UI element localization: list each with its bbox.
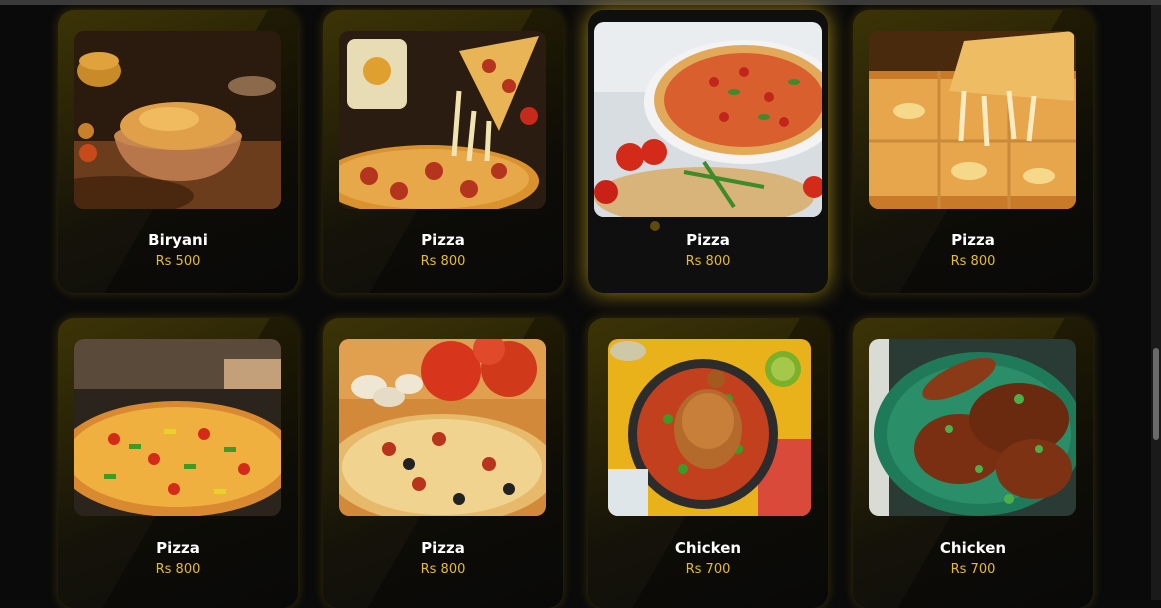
vegetable-pizza-photo	[74, 339, 281, 516]
menu-card-biryani[interactable]: Biryani Rs 500	[58, 10, 298, 293]
item-price: Rs 800	[155, 562, 201, 577]
pepperoni-pizza-photo	[339, 31, 546, 209]
item-name: Pizza	[421, 539, 465, 557]
menu-card-chicken-1[interactable]: Chicken Rs 700	[588, 318, 828, 608]
item-name: Pizza	[156, 539, 200, 557]
item-name: Pizza	[686, 231, 730, 249]
menu-card-pizza-3[interactable]: Pizza Rs 800	[853, 10, 1093, 293]
menu-card-pizza-4[interactable]: Pizza Rs 800	[58, 318, 298, 608]
item-price: Rs 800	[420, 254, 466, 269]
item-price: Rs 800	[685, 254, 731, 269]
menu-card-chicken-2[interactable]: Chicken Rs 700	[853, 318, 1093, 608]
roast-chicken-photo	[608, 339, 811, 516]
menu-card-pizza-1[interactable]: Pizza Rs 800	[323, 10, 563, 293]
biryani-photo	[74, 31, 281, 209]
item-name: Pizza	[951, 231, 995, 249]
item-price: Rs 700	[950, 562, 996, 577]
cheese-pizza-photo	[869, 31, 1076, 209]
menu-card-pizza-2[interactable]: Pizza Rs 800	[588, 10, 828, 293]
margherita-pizza-photo	[594, 22, 822, 217]
item-name: Chicken	[939, 539, 1007, 557]
scrollbar-thumb[interactable]	[1153, 348, 1159, 440]
menu-card-pizza-5[interactable]: Pizza Rs 800	[323, 318, 563, 608]
item-name: Biryani	[148, 231, 208, 249]
item-price: Rs 500	[155, 254, 201, 269]
grilled-chicken-photo	[869, 339, 1076, 516]
item-price: Rs 800	[420, 562, 466, 577]
mushroom-pizza-photo	[339, 339, 546, 516]
page-scrollbar[interactable]	[1151, 5, 1161, 600]
carousel-indicator-dot	[650, 221, 660, 231]
item-name: Pizza	[421, 231, 465, 249]
item-name: Chicken	[674, 539, 742, 557]
item-price: Rs 800	[950, 254, 996, 269]
item-price: Rs 700	[685, 562, 731, 577]
